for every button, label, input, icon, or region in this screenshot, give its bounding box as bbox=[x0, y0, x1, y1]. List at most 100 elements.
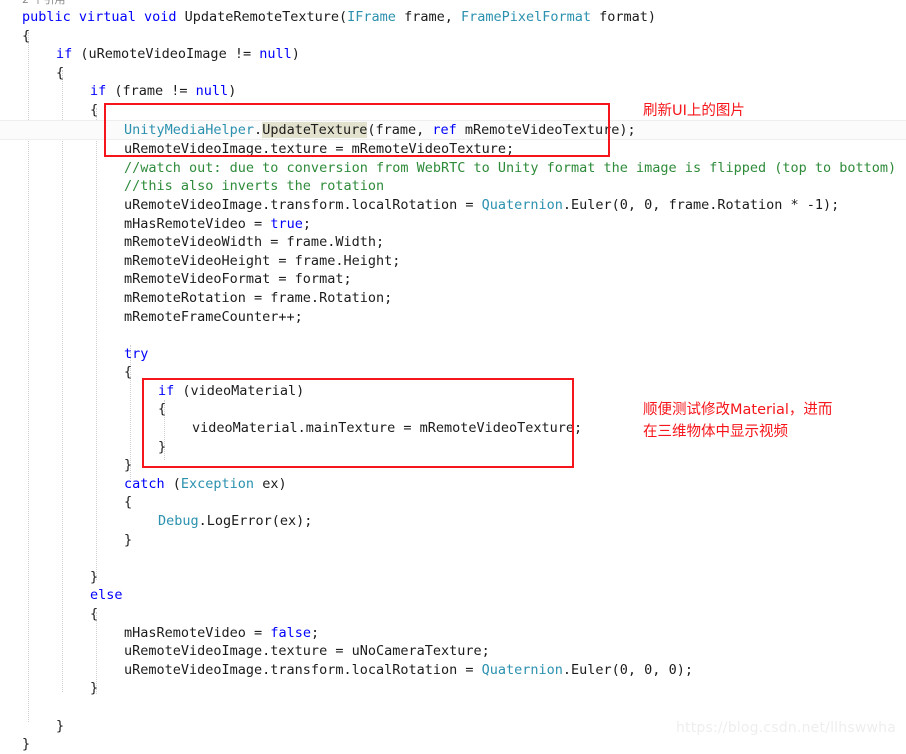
code-token: mHasRemoteVideo = bbox=[124, 215, 271, 232]
code-token: uRemoteVideoImage.texture = uNoCameraTex… bbox=[124, 643, 490, 660]
code-line[interactable]: mHasRemoteVideo = false; bbox=[0, 624, 906, 643]
code-token: Quaternion bbox=[481, 661, 563, 678]
code-token: try bbox=[124, 345, 149, 362]
code-line[interactable]: if (uRemoteVideoImage != null) bbox=[0, 45, 906, 64]
code-token: } bbox=[158, 438, 167, 455]
code-line[interactable]: else bbox=[0, 586, 906, 605]
code-token: if bbox=[90, 83, 107, 100]
code-token: ( bbox=[164, 475, 181, 492]
code-line[interactable] bbox=[0, 698, 906, 717]
label-test-material: 顺便测试修改Material，进而 在三维物体中显示视频 bbox=[643, 402, 833, 440]
code-line[interactable]: uRemoteVideoImage.texture = mRemoteVideo… bbox=[0, 140, 906, 159]
code-line[interactable]: if (frame != null) bbox=[0, 82, 906, 101]
code-line[interactable]: //watch out: due to conversion from WebR… bbox=[0, 159, 906, 178]
code-token: } bbox=[124, 457, 133, 474]
code-token: { bbox=[56, 64, 65, 81]
label-refresh-ui: 刷新UI上的图片 bbox=[643, 103, 745, 119]
code-token: //this also inverts the rotation bbox=[124, 178, 385, 195]
code-token: catch bbox=[124, 475, 165, 492]
code-line[interactable]: mRemoteVideoHeight = frame.Height; bbox=[0, 252, 906, 271]
code-token: { bbox=[90, 606, 99, 622]
code-line[interactable]: UnityMediaHelper.UpdateTexture(frame, re… bbox=[0, 119, 906, 141]
code-line[interactable]: //this also inverts the rotation bbox=[0, 177, 906, 196]
code-token: videoMaterial.mainTexture = mRemoteVideo… bbox=[192, 420, 583, 437]
code-token: IFrame bbox=[347, 9, 396, 25]
code-token: (uRemoteVideoImage != bbox=[72, 46, 260, 63]
code-token: mRemoteVideoHeight = frame.Height; bbox=[124, 252, 401, 269]
code-token: mRemoteVideoWidth = frame.Width; bbox=[124, 234, 385, 251]
code-line[interactable]: uRemoteVideoImage.texture = uNoCameraTex… bbox=[0, 642, 906, 661]
code-token: if bbox=[56, 46, 73, 63]
code-token: //watch out: due to conversion from WebR… bbox=[124, 159, 897, 176]
code-token: void bbox=[143, 9, 177, 25]
code-line[interactable]: mRemoteVideoWidth = frame.Width; bbox=[0, 233, 906, 252]
code-token: uRemoteVideoImage.transform.localRotatio… bbox=[124, 196, 482, 213]
code-token: mHasRemoteVideo = bbox=[124, 624, 271, 641]
code-line[interactable]: } bbox=[0, 735, 906, 754]
code-line[interactable]: { bbox=[0, 605, 906, 624]
code-token: } bbox=[56, 717, 65, 734]
code-line[interactable]: mRemoteVideoFormat = format; bbox=[0, 270, 906, 289]
code-line[interactable]: { bbox=[0, 363, 906, 382]
code-token: .Euler(0, 0, 0); bbox=[562, 661, 693, 678]
code-token: public bbox=[22, 9, 71, 25]
code-token: else bbox=[90, 587, 123, 604]
code-token: Texture bbox=[310, 121, 368, 138]
code-line[interactable]: mRemoteRotation = frame.Rotation; bbox=[0, 289, 906, 308]
code-token: ; bbox=[302, 215, 311, 232]
code-token: (frame, bbox=[367, 121, 433, 138]
code-token: false bbox=[270, 624, 311, 641]
code-line[interactable]: uRemoteVideoImage.transform.localRotatio… bbox=[0, 661, 906, 680]
code-line[interactable]: { bbox=[0, 27, 906, 46]
code-token: { bbox=[90, 101, 99, 118]
code-line[interactable] bbox=[0, 326, 906, 345]
code-line[interactable]: if (videoMaterial) bbox=[0, 382, 906, 401]
code-token: null bbox=[259, 46, 292, 63]
code-token: UpdateRemoteTexture( bbox=[176, 9, 348, 25]
code-token: } bbox=[90, 680, 99, 697]
code-lines[interactable]: public virtual void UpdateRemoteTexture(… bbox=[0, 8, 906, 754]
code-token: ) bbox=[291, 46, 300, 63]
code-token: . bbox=[254, 121, 263, 138]
code-line[interactable]: } bbox=[0, 679, 906, 698]
code-token: frame, bbox=[395, 9, 461, 25]
code-editor-surface[interactable]: 2 个引用 public virtual void UpdateRemoteTe… bbox=[0, 0, 906, 752]
code-token: Update bbox=[262, 121, 311, 138]
code-line[interactable]: mRemoteFrameCounter++; bbox=[0, 308, 906, 327]
code-token: (videoMaterial) bbox=[174, 382, 305, 399]
code-token: Debug bbox=[158, 513, 199, 530]
code-line[interactable]: public virtual void UpdateRemoteTexture(… bbox=[0, 8, 906, 27]
code-token: { bbox=[124, 364, 133, 381]
code-token: mRemoteRotation = frame.Rotation; bbox=[124, 289, 393, 306]
codelens-reference-count[interactable]: 2 个引用 bbox=[22, 0, 66, 6]
code-line[interactable]: Debug.LogError(ex); bbox=[0, 512, 906, 531]
code-line[interactable]: try bbox=[0, 345, 906, 364]
code-line[interactable]: catch (Exception ex) bbox=[0, 475, 906, 494]
code-token: { bbox=[124, 494, 133, 511]
code-line[interactable] bbox=[0, 549, 906, 568]
code-token: Quaternion bbox=[481, 196, 563, 213]
code-token: } bbox=[124, 531, 133, 548]
code-token: if bbox=[158, 382, 175, 399]
code-line[interactable]: { bbox=[0, 64, 906, 83]
code-token: .Euler(0, 0, frame.Rotation * -1); bbox=[562, 196, 840, 213]
code-line[interactable]: { bbox=[0, 101, 906, 120]
code-token: null bbox=[195, 83, 229, 100]
code-token: format) bbox=[591, 9, 657, 25]
code-token: { bbox=[22, 27, 31, 44]
code-line[interactable]: { bbox=[0, 493, 906, 512]
code-line[interactable]: mHasRemoteVideo = true; bbox=[0, 215, 906, 234]
code-token: ex) bbox=[254, 475, 287, 492]
code-line[interactable]: uRemoteVideoImage.transform.localRotatio… bbox=[0, 196, 906, 215]
code-token: ) bbox=[228, 83, 237, 100]
code-token: mRemoteFrameCounter++; bbox=[124, 308, 303, 325]
code-token: { bbox=[158, 401, 167, 418]
code-line[interactable]: } bbox=[0, 531, 906, 550]
code-token: mRemoteVideoTexture); bbox=[456, 121, 636, 138]
code-token: FramePixelFormat bbox=[460, 9, 592, 25]
code-token: virtual bbox=[78, 9, 136, 25]
code-line[interactable]: } bbox=[0, 456, 906, 475]
code-line[interactable]: } bbox=[0, 568, 906, 587]
